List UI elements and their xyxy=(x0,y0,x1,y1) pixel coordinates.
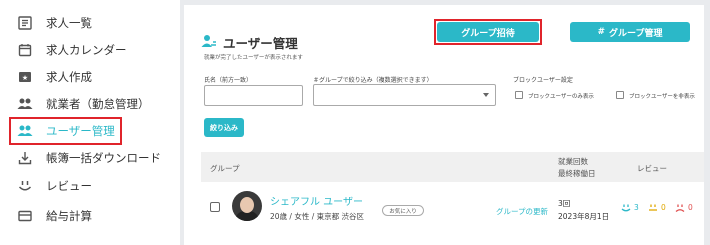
hash-icon: # xyxy=(597,27,606,37)
group-management-button[interactable]: # グループ管理 xyxy=(570,22,690,42)
review-icon xyxy=(16,177,34,195)
review-good-count: 3 xyxy=(634,203,639,212)
sidebar-item-job-calendar[interactable]: 求人カレンダー xyxy=(16,37,127,63)
review-neutral-count: 0 xyxy=(661,203,666,212)
job-create-icon: ★ xyxy=(16,68,34,86)
chevron-down-icon xyxy=(483,93,489,97)
last-work-date: 2023年8月1日 xyxy=(558,212,610,221)
page-header: ユーザー管理 xyxy=(201,33,298,52)
column-header-group: グループ xyxy=(210,164,240,173)
group-filter-label: ＃グループで絞り込み（複数選択できます） xyxy=(313,77,433,84)
sidebar: 求人一覧 求人カレンダー ★ 求人作成 就業者（勤怠管理） ユーザー管理 帳簿一… xyxy=(0,0,180,245)
workers-icon xyxy=(16,95,34,113)
user-name-link[interactable]: シェアフル ユーザー xyxy=(270,193,363,208)
sidebar-item-bulk-download[interactable]: 帳簿一括ダウンロード xyxy=(16,145,161,171)
name-filter-input[interactable] xyxy=(204,85,303,106)
block-only-checkbox[interactable] xyxy=(515,91,523,99)
sidebar-item-workers[interactable]: 就業者（勤怠管理） xyxy=(16,91,150,117)
avatar-face xyxy=(240,197,254,213)
column-header-last-work: 最終稼働日 xyxy=(558,169,596,178)
smile-icon xyxy=(621,204,631,211)
calendar-icon xyxy=(16,41,34,59)
review-bad-count: 0 xyxy=(688,203,693,212)
review-neutral: 0 xyxy=(648,203,666,212)
download-icon xyxy=(16,149,34,167)
page-title: ユーザー管理 xyxy=(223,36,298,51)
group-invite-button[interactable]: グループ招待 xyxy=(437,22,539,42)
review-bad: 0 xyxy=(675,203,693,212)
sidebar-item-label: 帳簿一括ダウンロード xyxy=(46,151,161,165)
group-filter-select[interactable] xyxy=(313,84,496,106)
sidebar-item-label: 求人作成 xyxy=(46,70,92,84)
avatar xyxy=(232,191,262,221)
table-header: グループ 就業回数 最終稼働日 レビュー xyxy=(201,152,704,182)
block-settings-label: ブロックユーザー設定 xyxy=(513,77,573,84)
sidebar-item-label: 求人一覧 xyxy=(46,16,92,30)
sidebar-item-label: 就業者（勤怠管理） xyxy=(46,97,150,111)
row-select-checkbox[interactable] xyxy=(210,202,220,212)
review-good: 3 xyxy=(621,203,639,212)
sidebar-item-job-create[interactable]: ★ 求人作成 xyxy=(16,64,92,90)
name-filter-label: 氏名（前方一致） xyxy=(204,77,253,84)
job-list-icon xyxy=(16,14,34,32)
sidebar-item-label: 求人カレンダー xyxy=(46,43,127,57)
block-only-label: ブロックユーザーのみ表示 xyxy=(528,94,594,100)
block-hide-label: ブロックユーザーを非表示 xyxy=(629,94,695,100)
active-item-highlight xyxy=(9,117,122,145)
user-meta: 20歳 / 女性 / 東京都 渋谷区 xyxy=(270,212,365,221)
main-panel: ユーザー管理 就業が完了したユーザーが表示されます グループ招待 # グループ管… xyxy=(184,5,704,245)
column-header-work-count: 就業回数 xyxy=(558,157,588,166)
sidebar-item-review[interactable]: レビュー xyxy=(16,173,92,199)
payroll-icon xyxy=(16,207,34,225)
user-settings-icon xyxy=(201,33,217,52)
group-management-label: グループ管理 xyxy=(609,28,663,39)
work-count: 3回 xyxy=(558,199,571,208)
sidebar-item-label: 給与計算 xyxy=(46,209,92,223)
block-hide-checkbox[interactable] xyxy=(616,91,624,99)
column-header-review: レビュー xyxy=(637,164,667,173)
group-update-link[interactable]: グループの更新 xyxy=(496,206,548,217)
sidebar-item-payroll[interactable]: 給与計算 xyxy=(16,203,92,229)
svg-text:★: ★ xyxy=(22,74,28,82)
filter-submit-button[interactable]: 絞り込み xyxy=(204,118,244,137)
page-subtitle: 就業が完了したユーザーが表示されます xyxy=(204,55,303,61)
frown-icon xyxy=(675,204,685,212)
sidebar-item-label: レビュー xyxy=(46,179,92,193)
favorite-badge[interactable]: お気に入り xyxy=(382,205,424,216)
sidebar-item-job-list[interactable]: 求人一覧 xyxy=(16,10,92,36)
neutral-face-icon xyxy=(649,204,657,211)
